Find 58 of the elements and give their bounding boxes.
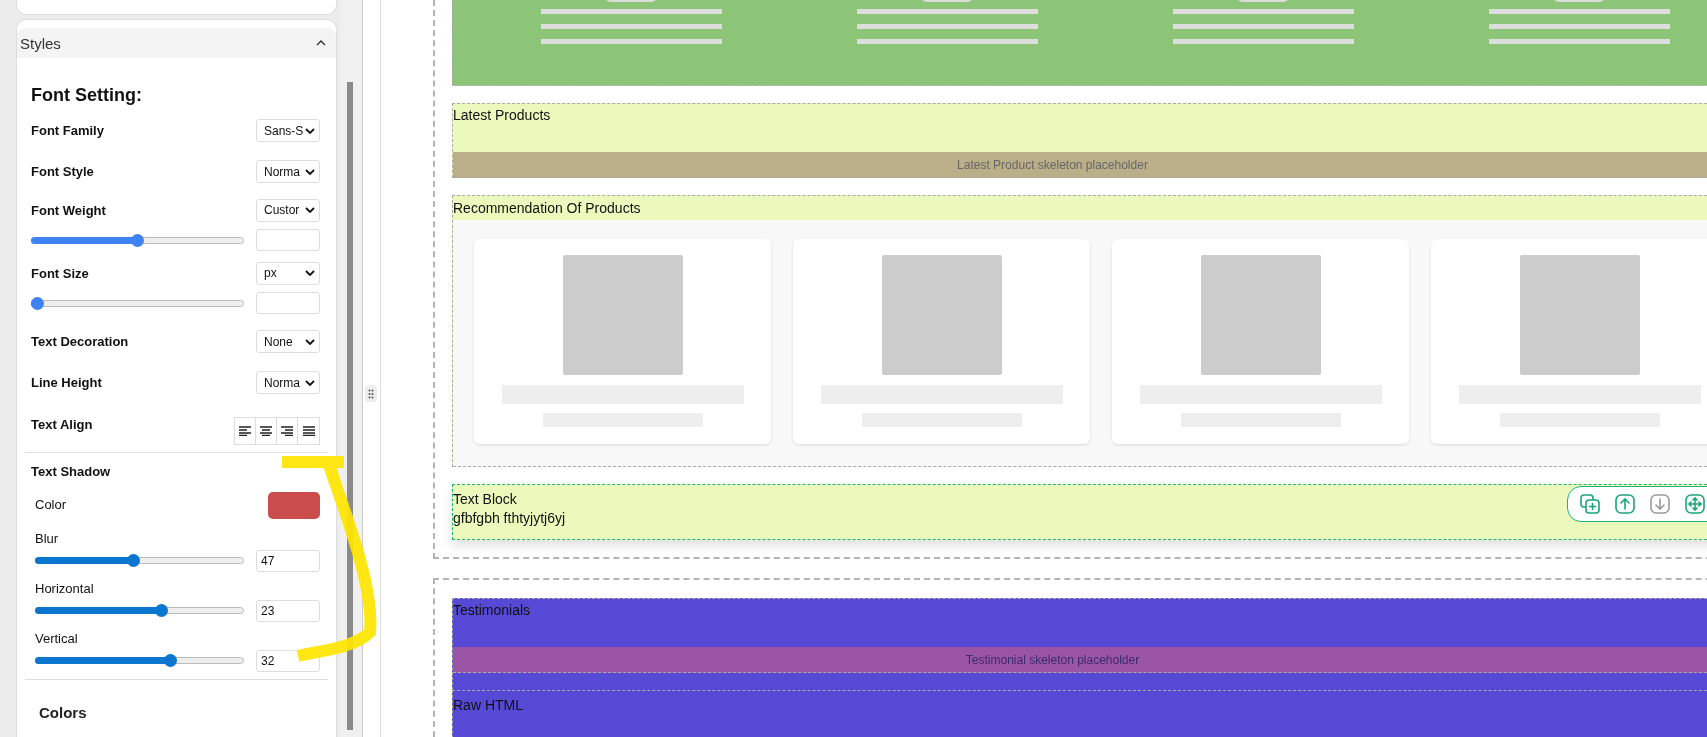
resize-handle[interactable]	[365, 385, 377, 402]
color-swatch[interactable]	[268, 491, 320, 519]
styles-header[interactable]: Styles	[17, 28, 336, 58]
section-title: Testimonials	[453, 601, 532, 620]
body-text: gfbfgbh fthtyjytj6yj	[453, 509, 566, 528]
select-field[interactable]: Norma	[256, 160, 320, 183]
select-field[interactable]: None	[256, 330, 320, 353]
slider[interactable]	[31, 296, 244, 310]
caret-icon	[305, 127, 315, 134]
number-field[interactable]: 32	[256, 649, 320, 672]
field-label: Font Weight	[31, 202, 106, 218]
field-label: Line Height	[31, 375, 102, 390]
field-label: Blur	[34, 530, 60, 548]
number-field[interactable]: 23	[256, 599, 320, 622]
page-section[interactable]: Latest Products Latest Product skeleton placeholder	[452, 103, 1707, 178]
align-left-icon	[239, 426, 251, 436]
section-title: Text Block	[453, 490, 517, 509]
slider[interactable]	[35, 604, 244, 617]
section-heading: Font Setting:	[31, 84, 143, 107]
field-label: Font Style	[31, 164, 94, 179]
section-heading: Colors	[38, 703, 88, 721]
number-field[interactable]	[256, 229, 320, 251]
section-title: Latest Products	[453, 106, 552, 125]
align-justify-icon	[302, 426, 315, 436]
placeholder-text: Latest Product skeleton placeholder	[957, 157, 1148, 172]
placeholder-text: Testimonial skeleton placeholder	[965, 652, 1140, 667]
number-field[interactable]	[256, 292, 320, 314]
align-right-icon	[281, 426, 293, 436]
panel-title: Styles	[20, 34, 61, 52]
field-label: Text Align	[31, 416, 93, 432]
page-section[interactable]: Recommendation Of Products	[452, 195, 1707, 467]
select-field[interactable]: Norma	[256, 371, 320, 394]
duplicate-icon[interactable]	[1580, 494, 1600, 514]
caret-icon	[305, 207, 315, 213]
caret-icon	[305, 270, 315, 276]
align-center-icon	[260, 426, 272, 436]
field-label: Color	[35, 496, 67, 514]
field-label: Horizontal	[34, 580, 95, 598]
field-label: Font Family	[31, 123, 104, 138]
number-field[interactable]: 47	[256, 549, 320, 572]
move-icon[interactable]	[1685, 494, 1705, 514]
field-label: Font Size	[31, 265, 89, 281]
field-label: Vertical	[34, 630, 79, 648]
select-field[interactable]: Custor	[256, 198, 320, 222]
caret-icon	[305, 168, 315, 175]
caret-icon	[305, 338, 315, 345]
caret-icon	[305, 379, 315, 386]
section-title: Recommendation Of Products	[453, 199, 642, 218]
slider[interactable]	[31, 233, 244, 247]
field-label: Text Decoration	[31, 334, 129, 349]
scrollbar-thumb[interactable]	[347, 82, 353, 730]
page-section[interactable]: Text Block gfbfgbh fthtyjytj6yj	[452, 484, 1707, 540]
slider[interactable]	[35, 654, 244, 667]
section-heading: Text Shadow	[31, 463, 112, 481]
select-field[interactable]: px	[256, 261, 320, 285]
select-field[interactable]: Sans-S	[256, 119, 320, 142]
slider[interactable]	[35, 554, 244, 567]
section-title: Raw HTML	[453, 696, 523, 715]
